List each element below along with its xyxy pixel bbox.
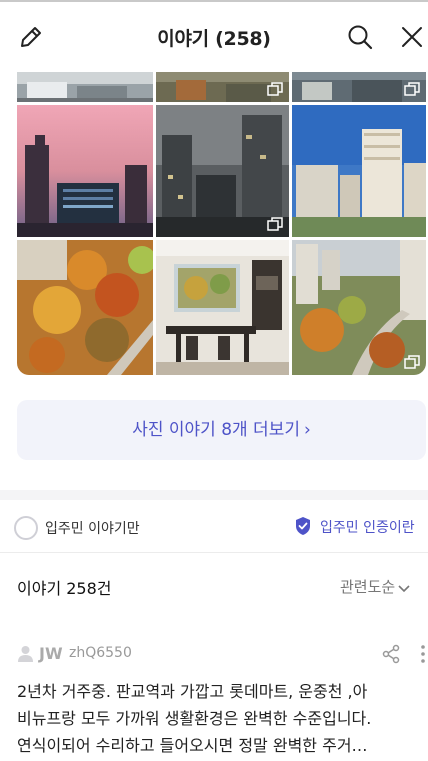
- search-button[interactable]: [345, 22, 375, 52]
- photo-image: [17, 240, 153, 375]
- photo-tile[interactable]: [156, 72, 289, 102]
- photo-image: [156, 240, 289, 375]
- verified-badge-icon: [293, 516, 313, 536]
- photo-tile[interactable]: [156, 105, 289, 237]
- author-id: zhQ6550: [69, 645, 132, 661]
- verification-info-link[interactable]: 입주민 인증이란: [320, 517, 415, 537]
- chevron-right-icon: ›: [303, 420, 311, 440]
- kebab-icon: [421, 645, 425, 663]
- chevron-down-icon: [397, 578, 411, 596]
- header: 이야기 (258): [0, 2, 428, 72]
- close-icon: [402, 27, 422, 47]
- photo-tile[interactable]: [292, 105, 426, 237]
- post-body-line: 연식이되어 수리하고 들어오시면 정말 완벽한 주거…: [17, 736, 368, 755]
- more-photos-button[interactable]: 사진 이야기 8개 더보기 ›: [17, 400, 426, 460]
- filter-row: 입주민 이야기만 입주민 인증이란: [0, 500, 428, 553]
- resident-only-label[interactable]: 입주민 이야기만: [45, 518, 140, 538]
- photo-tile[interactable]: [17, 105, 153, 237]
- person-icon: [18, 646, 33, 662]
- share-button[interactable]: [381, 644, 401, 664]
- close-button[interactable]: [397, 22, 427, 52]
- post-body-line: 비뉴프랑 모두 가까워 생활환경은 완벽한 수준입니다.: [17, 709, 372, 728]
- photo-tile[interactable]: [292, 240, 426, 375]
- more-options-button[interactable]: [417, 644, 428, 664]
- search-icon: [348, 25, 373, 50]
- photo-tile[interactable]: [17, 72, 153, 102]
- photo-tile[interactable]: [156, 240, 289, 375]
- resident-only-radio[interactable]: [14, 516, 38, 540]
- share-icon: [382, 644, 400, 664]
- post-body[interactable]: 2년차 거주중. 판교역과 가깝고 롯데마트, 운중천 ,아 비뉴프랑 모두 가…: [17, 678, 422, 759]
- section-divider: [0, 490, 428, 500]
- photo-image: [17, 105, 153, 237]
- multi-photo-icon: [404, 82, 420, 96]
- sort-label: 관련도순: [340, 578, 396, 596]
- post-body-line: 2년차 거주중. 판교역과 가깝고 롯데마트, 운중천 ,아: [17, 682, 368, 701]
- multi-photo-icon: [267, 82, 283, 96]
- story-count: 이야기 258건: [17, 579, 112, 598]
- more-photos-label: 사진 이야기 8개 더보기: [132, 420, 300, 440]
- photo-tile[interactable]: [292, 72, 426, 102]
- author-initials: JW: [39, 644, 63, 663]
- multi-photo-icon: [404, 355, 420, 369]
- post-meta: JW zhQ6550: [17, 644, 426, 666]
- sort-dropdown[interactable]: 관련도순: [340, 576, 411, 597]
- photo-image: [17, 72, 153, 102]
- photo-image: [292, 105, 426, 237]
- multi-photo-icon: [267, 217, 283, 231]
- avatar: [17, 645, 34, 663]
- photo-tile[interactable]: [17, 240, 153, 375]
- photo-gallery: [17, 72, 426, 375]
